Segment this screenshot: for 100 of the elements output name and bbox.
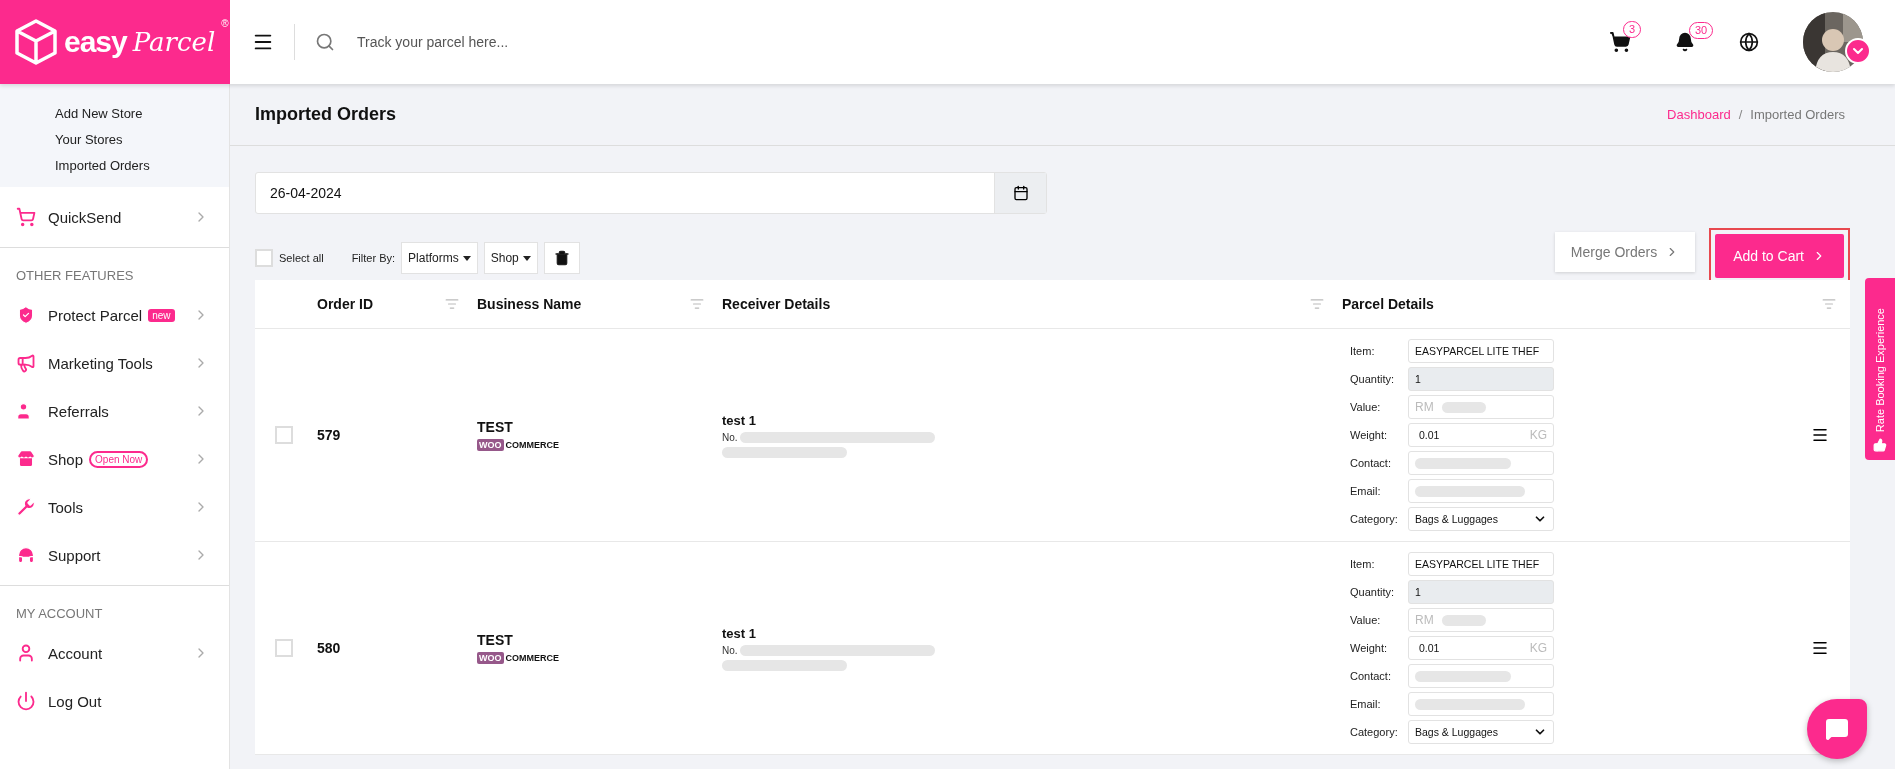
item-label: Marketing Tools xyxy=(48,354,153,372)
thumbs-up-icon xyxy=(1873,438,1887,452)
caret-icon xyxy=(522,255,531,261)
receiver-name: test 1 xyxy=(722,412,757,428)
field-label: Weight: xyxy=(1350,429,1389,441)
logo-text: easy xyxy=(64,25,127,59)
trash-icon[interactable] xyxy=(543,242,580,274)
field-label: Item: xyxy=(1350,558,1376,570)
column-header[interactable]: Business Name xyxy=(477,296,582,312)
power-icon xyxy=(16,691,36,711)
order-id: 579 xyxy=(317,427,341,443)
woocommerce-logo: WOO COMMERCE xyxy=(477,439,560,451)
page-title: Imported Orders xyxy=(255,104,397,125)
filter-dropdown[interactable]: Platforms xyxy=(401,242,478,274)
sidebar-item[interactable]: QuickSend xyxy=(0,193,229,241)
filter-dropdown[interactable]: Shop xyxy=(483,242,538,274)
chevron-down-icon[interactable] xyxy=(1845,38,1871,64)
caret-icon xyxy=(462,255,471,261)
weight-field[interactable]: 0.01 KG xyxy=(1408,423,1554,447)
redaction-mark xyxy=(1441,614,1486,626)
rate-booking-tab[interactable]: Rate Booking Experience xyxy=(1865,278,1895,460)
cart-icon[interactable] xyxy=(1609,31,1631,53)
submenu-item[interactable]: Add New Store xyxy=(0,106,229,121)
registered-mark: ® xyxy=(221,18,229,29)
sidebar-item[interactable]: Referrals xyxy=(0,387,229,435)
field-label: Quantity: xyxy=(1350,373,1396,385)
menu-icon[interactable] xyxy=(1811,426,1829,444)
field-label: Category: xyxy=(1350,726,1399,738)
field-label: Item: xyxy=(1350,345,1376,357)
wrench-icon xyxy=(16,497,36,517)
sidebar-item[interactable]: Shop Open Now xyxy=(0,435,229,483)
address-text: No. xyxy=(722,431,738,443)
column-header[interactable]: Order ID xyxy=(317,296,373,312)
redacted-field[interactable] xyxy=(1408,664,1554,688)
item-label: Support xyxy=(48,546,101,564)
notification-count-badge: 30 xyxy=(1689,22,1714,39)
currency-label: RM xyxy=(1415,400,1434,414)
column-header[interactable]: Receiver Details xyxy=(722,296,831,312)
cart-plus-icon xyxy=(16,207,36,227)
field-label: Value: xyxy=(1350,401,1382,413)
sidebar-item[interactable]: Protect Parcel new xyxy=(0,291,229,339)
row-checkbox[interactable] xyxy=(275,426,293,444)
item-label: Referrals xyxy=(48,402,109,420)
field-label: Email: xyxy=(1350,698,1382,710)
quantity-field: 1 xyxy=(1408,580,1554,604)
category-select[interactable]: Bags & Luggages xyxy=(1408,507,1554,531)
category-select[interactable]: Bags & Luggages xyxy=(1408,720,1554,744)
redacted-field[interactable] xyxy=(1408,479,1554,503)
field-label: Contact: xyxy=(1350,457,1392,469)
separator-slash: / xyxy=(1738,107,1743,122)
bell-icon[interactable] xyxy=(1675,32,1695,52)
calendar-icon[interactable] xyxy=(994,173,1046,213)
sidebar-item[interactable]: Support xyxy=(0,531,229,579)
item-field[interactable]: EASYPARCEL LITE THEF xyxy=(1408,339,1554,363)
redacted-field[interactable] xyxy=(1408,692,1554,716)
field-label: Value: xyxy=(1350,614,1382,626)
item-label: Shop xyxy=(48,450,84,468)
add-to-cart-button[interactable]: Add to Cart xyxy=(1715,234,1844,278)
menu-icon[interactable] xyxy=(1811,639,1829,657)
section-heading: MY ACCOUNT xyxy=(15,605,104,623)
field-label: Quantity: xyxy=(1350,586,1396,598)
search-icon[interactable] xyxy=(315,32,335,52)
item-label: Protect Parcel xyxy=(48,306,143,324)
box-logo-icon xyxy=(14,18,58,66)
quantity-field: 1 xyxy=(1408,367,1554,391)
filter-label: Filter By: xyxy=(351,252,396,264)
sidebar-item[interactable]: Marketing Tools xyxy=(0,339,229,387)
redacted-field[interactable] xyxy=(1408,451,1554,475)
shield-check-icon xyxy=(16,305,36,325)
megaphone-icon xyxy=(16,353,36,373)
weight-field[interactable]: 0.01 KG xyxy=(1408,636,1554,660)
item-label: Account xyxy=(48,644,103,662)
merge-orders-button[interactable]: Merge Orders xyxy=(1554,232,1696,272)
item-badge: new xyxy=(148,308,175,322)
sidebar-item[interactable]: Log Out xyxy=(0,677,229,725)
chat-button[interactable] xyxy=(1807,699,1867,759)
redaction-mark xyxy=(1441,401,1486,413)
order-id: 580 xyxy=(317,640,341,656)
globe-icon[interactable] xyxy=(1739,32,1759,52)
submenu-item[interactable]: Your Stores xyxy=(0,132,229,147)
woocommerce-logo: WOO COMMERCE xyxy=(477,652,560,664)
select-all-checkbox[interactable] xyxy=(255,249,273,267)
currency-label: RM xyxy=(1415,613,1434,627)
business-name: TEST xyxy=(477,419,514,435)
logo-script-text: Parcel xyxy=(132,27,216,57)
sidebar-item[interactable]: Account xyxy=(0,629,229,677)
breadcrumb-current[interactable]: Imported Orders xyxy=(1750,107,1845,122)
item-label: QuickSend xyxy=(48,208,122,226)
field-label: Category: xyxy=(1350,513,1399,525)
select-all-label: Select all xyxy=(279,252,324,264)
date-field[interactable]: 26-04-2024 xyxy=(255,172,1047,214)
column-header[interactable]: Parcel Details xyxy=(1342,296,1434,312)
item-field[interactable]: EASYPARCEL LITE THEF xyxy=(1408,552,1554,576)
receiver-name: test 1 xyxy=(722,625,757,641)
person-icon xyxy=(16,643,36,663)
cart-count-badge: 3 xyxy=(1623,21,1642,38)
field-label: Email: xyxy=(1350,485,1382,497)
sidebar-item[interactable]: Tools xyxy=(0,483,229,531)
row-checkbox[interactable] xyxy=(275,639,293,657)
submenu-item[interactable]: Imported Orders xyxy=(0,158,229,173)
